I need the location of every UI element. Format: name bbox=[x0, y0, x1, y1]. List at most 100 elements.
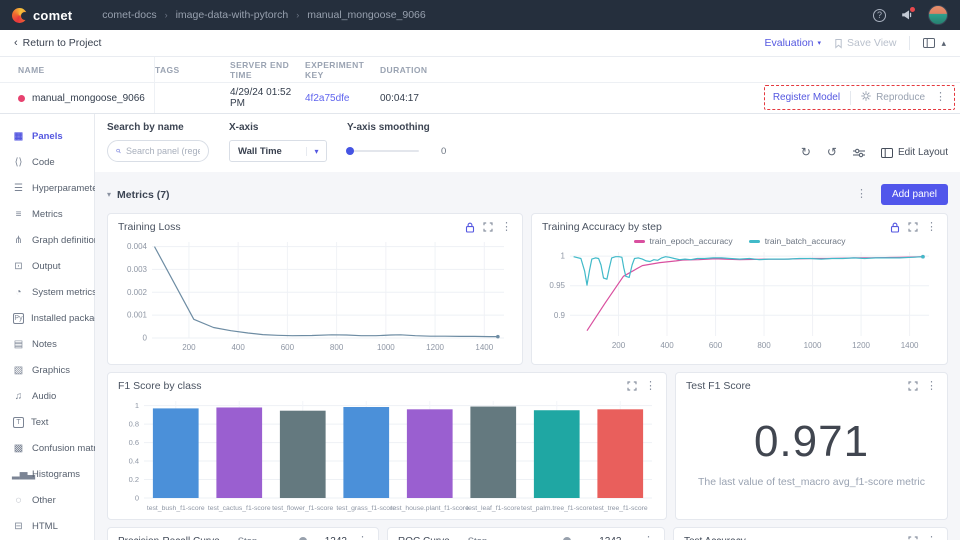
user-avatar[interactable] bbox=[928, 5, 948, 25]
svg-text:1200: 1200 bbox=[426, 343, 444, 352]
code-icon: ⟨⟩ bbox=[12, 157, 25, 168]
panel-more-menu-icon[interactable]: ⋮ bbox=[501, 222, 512, 233]
training-accuracy-chart: 2004006008001000120014000.90.951 bbox=[542, 248, 937, 352]
training-loss-title: Training Loss bbox=[118, 221, 181, 233]
experiment-table: NAMETAGSSERVER END TIMEEXPERIMENT KEYDUR… bbox=[0, 57, 960, 114]
step-slider[interactable] bbox=[267, 536, 315, 540]
sidebar-item-notes[interactable]: ▤Notes bbox=[0, 331, 94, 357]
column-header-server-end-time: SERVER END TIME bbox=[230, 60, 305, 80]
reproduce-label: Reproduce bbox=[876, 92, 925, 103]
auto-refresh-icon[interactable]: ↺ bbox=[827, 146, 837, 158]
save-view-button[interactable]: Save View bbox=[834, 37, 896, 49]
expand-icon[interactable] bbox=[908, 222, 918, 232]
section-collapse-icon[interactable]: ▾ bbox=[107, 190, 111, 199]
search-icon bbox=[116, 146, 121, 156]
expand-icon[interactable] bbox=[908, 536, 918, 540]
step-value: 1242 bbox=[325, 536, 347, 540]
legend-item-train_epoch_accuracy[interactable]: train_epoch_accuracy bbox=[634, 236, 733, 246]
top-navbar: comet comet-docs›image-data-with-pytorch… bbox=[0, 0, 960, 30]
test-f1-title: Test F1 Score bbox=[686, 380, 751, 392]
svg-text:test_tree_f1-score: test_tree_f1-score bbox=[593, 505, 648, 512]
row-more-menu-icon[interactable]: ⋮ bbox=[935, 92, 946, 103]
refresh-icon[interactable]: ↻ bbox=[801, 146, 811, 158]
sidebar-item-label: Graphics bbox=[32, 365, 70, 376]
comet-logo[interactable]: comet bbox=[12, 8, 72, 23]
panel-more-menu-icon[interactable]: ⋮ bbox=[643, 536, 654, 540]
sidebar-item-installed-packages[interactable]: PyInstalled packages bbox=[0, 305, 94, 331]
sidebar-item-audio[interactable]: ♫ Audio bbox=[0, 383, 94, 409]
panel-more-menu-icon[interactable]: ⋮ bbox=[645, 381, 656, 392]
smoothing-slider[interactable] bbox=[347, 146, 419, 156]
audio-icon: ♫ bbox=[12, 391, 25, 402]
lock-icon[interactable] bbox=[890, 222, 900, 233]
svg-text:0.9: 0.9 bbox=[554, 311, 566, 320]
sidebar-item-hyperparameters[interactable]: ☰Hyperparameters bbox=[0, 175, 94, 201]
panel-more-menu-icon[interactable]: ⋮ bbox=[926, 381, 937, 392]
sidebar-item-label: Audio bbox=[32, 391, 56, 402]
comet-logo-text: comet bbox=[33, 8, 72, 23]
column-header-name: NAME bbox=[0, 57, 155, 82]
breadcrumb-item[interactable]: manual_mongoose_9066 bbox=[307, 9, 426, 21]
view-mode-toggle[interactable]: ▴ bbox=[923, 38, 946, 49]
breadcrumb-item[interactable]: comet-docs bbox=[102, 9, 156, 21]
step-slider[interactable] bbox=[497, 536, 589, 540]
help-icon[interactable]: ? bbox=[873, 9, 886, 22]
sidebar-item-panels[interactable]: ▦Panels bbox=[0, 123, 94, 149]
svg-text:200: 200 bbox=[182, 343, 196, 352]
add-panel-button[interactable]: Add panel bbox=[881, 184, 948, 205]
svg-text:0.8: 0.8 bbox=[129, 420, 139, 429]
sidebar-item-html[interactable]: ⊟HTML bbox=[0, 513, 94, 539]
sidebar-item-other[interactable]: ◌Other bbox=[0, 487, 94, 513]
reproduce-button[interactable]: Reproduce bbox=[861, 91, 925, 104]
smoothing-value: 0 bbox=[441, 146, 446, 157]
f1-by-class-title: F1 Score by class bbox=[118, 380, 201, 392]
legend-label: train_batch_accuracy bbox=[765, 236, 846, 246]
filter-sliders-icon[interactable] bbox=[853, 148, 865, 158]
sidebar-item-system-metrics[interactable]: ◔System metrics bbox=[0, 279, 94, 305]
svg-text:test_cactus_f1-score: test_cactus_f1-score bbox=[208, 505, 271, 512]
sidebar-item-metrics[interactable]: ≡Metrics bbox=[0, 201, 94, 227]
announcements-icon[interactable] bbox=[901, 9, 913, 21]
breadcrumb-item[interactable]: image-data-with-pytorch bbox=[176, 9, 289, 21]
html-icon: ⊟ bbox=[12, 521, 25, 532]
sidebar-item-code[interactable]: ⟨⟩Code bbox=[0, 149, 94, 175]
svg-text:1400: 1400 bbox=[475, 343, 493, 352]
confusion-matrix-icon: ▩ bbox=[12, 443, 25, 454]
sidebar-item-label: Text bbox=[31, 417, 48, 428]
smoothing-slider-handle[interactable] bbox=[346, 147, 354, 155]
svg-text:0.003: 0.003 bbox=[127, 265, 148, 274]
step-label: Step bbox=[468, 536, 488, 540]
panel-more-menu-icon[interactable]: ⋮ bbox=[357, 536, 368, 540]
sidebar-item-graph-definition[interactable]: ⋔Graph definition bbox=[0, 227, 94, 253]
search-input[interactable] bbox=[126, 146, 200, 156]
sidebar-item-graphics[interactable]: ▧ Graphics bbox=[0, 357, 94, 383]
sidebar-item-histograms[interactable]: ▂▅▃Histograms bbox=[0, 461, 94, 487]
test-f1-panel: Test F1 Score ⋮ 0.971 The last value of … bbox=[675, 372, 948, 520]
svg-text:test_palm.tree_f1-score: test_palm.tree_f1-score bbox=[521, 505, 593, 512]
expand-icon[interactable] bbox=[627, 381, 637, 391]
sidebar-item-confusion-matrix[interactable]: ▩Confusion matrix bbox=[0, 435, 94, 461]
lock-icon[interactable] bbox=[465, 222, 475, 233]
svg-text:0.6: 0.6 bbox=[129, 438, 139, 447]
expand-icon[interactable] bbox=[483, 222, 493, 232]
return-to-project-link[interactable]: ‹ Return to Project bbox=[14, 37, 101, 49]
sidebar-item-text[interactable]: TText bbox=[0, 409, 94, 435]
experiment-key-link[interactable]: 4f2a75dfe bbox=[305, 93, 350, 104]
sidebar-item-output[interactable]: ⊡Output bbox=[0, 253, 94, 279]
panel-more-menu-icon[interactable]: ⋮ bbox=[926, 536, 937, 540]
xaxis-select[interactable]: Wall Time ▾ bbox=[229, 140, 327, 162]
svg-text:1000: 1000 bbox=[377, 343, 395, 352]
section-more-menu-icon[interactable]: ⋮ bbox=[856, 189, 867, 200]
register-model-button[interactable]: Register Model bbox=[773, 92, 840, 103]
panel-more-menu-icon[interactable]: ⋮ bbox=[926, 222, 937, 233]
view-selector-dropdown[interactable]: Evaluation ▾ bbox=[764, 37, 821, 49]
edit-layout-button[interactable]: Edit Layout bbox=[881, 147, 948, 158]
svg-text:400: 400 bbox=[231, 343, 245, 352]
graphics-icon: ▧ bbox=[12, 365, 25, 376]
svg-text:600: 600 bbox=[709, 341, 723, 350]
legend-item-train_batch_accuracy[interactable]: train_batch_accuracy bbox=[749, 236, 846, 246]
other-icon: ◌ bbox=[12, 495, 25, 506]
chevron-left-icon: ‹ bbox=[14, 37, 18, 49]
expand-icon[interactable] bbox=[908, 381, 918, 391]
main-content: Search by name X-axis Wall Time ▾ Y-axis… bbox=[95, 114, 960, 540]
